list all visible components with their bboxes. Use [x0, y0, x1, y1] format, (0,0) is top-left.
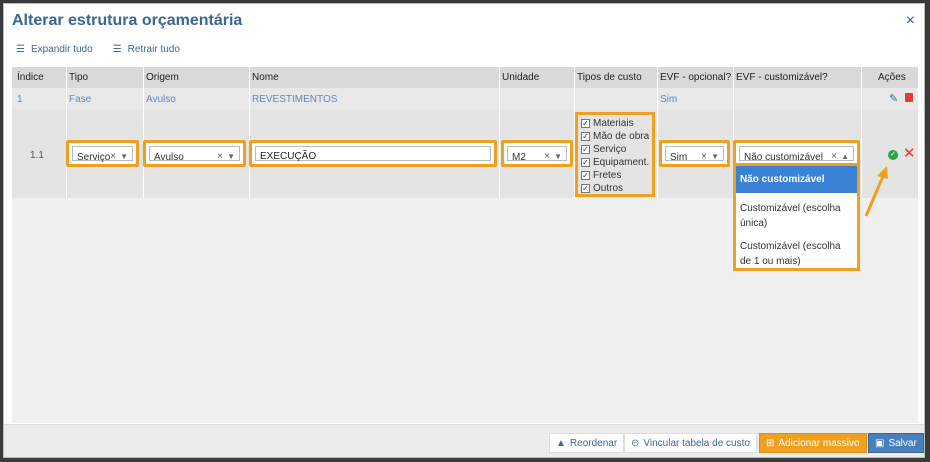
- modal-title: Alterar estrutura orçamentária: [12, 12, 243, 29]
- header-origem: Origem: [146, 72, 179, 83]
- clear-icon[interactable]: ×: [544, 151, 550, 162]
- close-icon[interactable]: ×: [906, 13, 915, 29]
- toolbar: ☰ Expandir tudo ☰ Retrair tudo: [16, 44, 180, 55]
- edit-icon[interactable]: ✎: [889, 92, 898, 105]
- clear-icon[interactable]: ×: [217, 151, 223, 162]
- dropdown-option[interactable]: Customizável (escolha única): [736, 193, 857, 235]
- header-tipos-custo: Tipos de custo: [577, 72, 642, 83]
- chevron-down-icon[interactable]: ▼: [120, 152, 128, 161]
- link-icon: ⊝: [631, 437, 640, 449]
- checkbox[interactable]: ✓: [581, 184, 590, 193]
- table-row[interactable]: 1 Fase Avulso REVESTIMENTOS Sim ✎: [12, 88, 918, 110]
- cost-type-item[interactable]: ✓ Equipament...: [581, 156, 649, 169]
- triangle-up-icon: ▲: [556, 437, 566, 449]
- clear-icon[interactable]: ×: [831, 151, 837, 162]
- checkbox[interactable]: ✓: [581, 132, 590, 141]
- cost-type-item[interactable]: ✓ Mão de obra: [581, 130, 649, 143]
- header-nome: Nome: [252, 72, 279, 83]
- bulk-add-button[interactable]: ⊞ Adicionar massivo: [759, 433, 867, 453]
- cost-types-checklist: ✓ Materiais ✓ Mão de obra ✓ Serviço ✓ Equipa…: [575, 112, 655, 197]
- unidade-select[interactable]: M2 × ▼: [501, 140, 573, 167]
- cell-indice: 1: [17, 94, 23, 105]
- list-icon: ☰: [16, 44, 25, 55]
- cost-type-item[interactable]: ✓ Serviço: [581, 143, 649, 156]
- checkbox[interactable]: ✓: [581, 119, 590, 128]
- floppy-disk-icon: ▣: [875, 437, 885, 449]
- chevron-down-icon[interactable]: ▼: [227, 152, 235, 161]
- unidade-value: M2: [512, 152, 526, 163]
- header-evf-opcional: EVF - opcional?: [660, 72, 732, 83]
- chevron-up-icon[interactable]: ▲: [841, 152, 849, 161]
- collapse-all-label: Retrair tudo: [127, 44, 180, 55]
- evf-customizavel-dropdown: Não customizável Customizável (escolha ú…: [733, 163, 860, 271]
- link-cost-table-button[interactable]: ⊝ Vincular tabela de custo: [624, 433, 757, 453]
- plus-icon: ⊞: [766, 437, 775, 449]
- header-evf-customizavel: EVF - customizável?: [736, 72, 828, 83]
- chevron-down-icon[interactable]: ▼: [711, 152, 719, 161]
- table-header: Índice Tipo Origem Nome Unidade Tipos de…: [12, 67, 918, 88]
- nome-input[interactable]: EXECUÇÃO: [249, 140, 497, 167]
- clear-icon[interactable]: ×: [701, 151, 707, 162]
- origem-value: Avulso: [154, 152, 184, 163]
- dropdown-option[interactable]: Não customizável: [736, 166, 857, 193]
- annotation-arrow-icon: [864, 166, 888, 217]
- dropdown-option[interactable]: Customizável (escolha de 1 ou mais): [736, 235, 857, 273]
- collapse-all-button[interactable]: ☰ Retrair tudo: [113, 44, 180, 55]
- confirm-icon[interactable]: ✓: [888, 150, 898, 160]
- header-acoes: Ações: [878, 72, 906, 83]
- expand-all-button[interactable]: ☰ Expandir tudo: [16, 44, 93, 55]
- nome-value: EXECUÇÃO: [255, 146, 491, 162]
- header-unidade: Unidade: [502, 72, 540, 83]
- cost-type-item[interactable]: ✓ Outros: [581, 182, 649, 195]
- evf-customizavel-value: Não customizável: [744, 152, 823, 163]
- cost-type-item[interactable]: ✓ Fretes: [581, 169, 649, 182]
- trash-icon[interactable]: [905, 93, 913, 102]
- tipo-select[interactable]: Serviço × ▼: [66, 140, 139, 167]
- tipo-value: Serviço: [77, 152, 111, 163]
- edit-budget-structure-modal: Alterar estrutura orçamentária × ☰ Expan…: [3, 3, 925, 458]
- origem-select[interactable]: Avulso × ▼: [143, 140, 246, 167]
- save-button[interactable]: ▣ Salvar: [868, 433, 924, 453]
- cell-tipo: Fase: [69, 94, 92, 105]
- cell-evf-opcional: Sim: [660, 94, 678, 105]
- cell-indice: 1.1: [30, 150, 44, 161]
- cost-type-item[interactable]: ✓ Materiais: [581, 117, 649, 130]
- chevron-down-icon[interactable]: ▼: [554, 152, 562, 161]
- clear-icon[interactable]: ×: [110, 151, 116, 162]
- header-tipo: Tipo: [69, 72, 89, 83]
- checkbox[interactable]: ✓: [581, 158, 590, 167]
- list-icon: ☰: [112, 44, 122, 55]
- evf-opcional-value: Sim: [670, 152, 688, 163]
- cancel-icon[interactable]: ✕: [903, 146, 916, 161]
- checkbox[interactable]: ✓: [581, 145, 590, 154]
- cell-origem: Avulso: [146, 94, 176, 105]
- expand-all-label: Expandir tudo: [30, 44, 93, 55]
- cell-nome: REVESTIMENTOS: [252, 94, 338, 105]
- header-indice: Índice: [17, 72, 44, 83]
- reorder-button[interactable]: ▲ Reordenar: [549, 433, 625, 453]
- checkbox[interactable]: ✓: [581, 171, 590, 180]
- evf-opcional-select[interactable]: Sim × ▼: [659, 140, 730, 167]
- modal-footer: ▲ Reordenar ⊝ Vincular tabela de custo ⊞…: [4, 424, 924, 457]
